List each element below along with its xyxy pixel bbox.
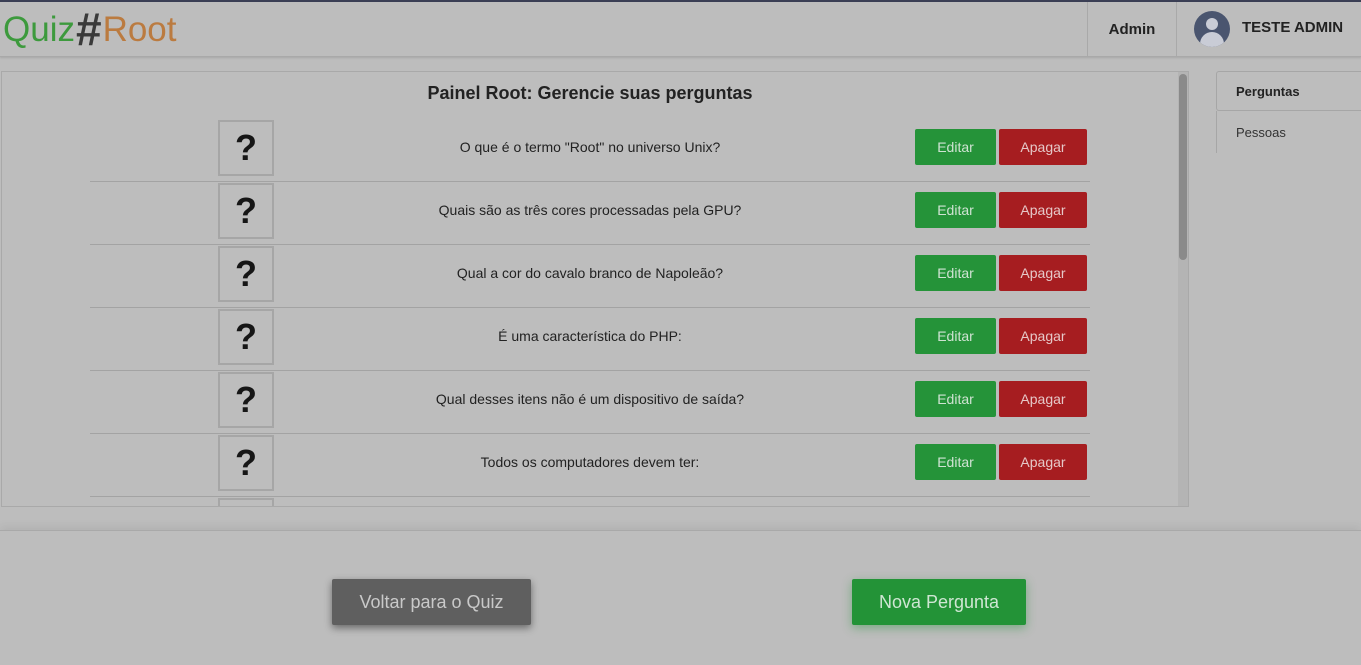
delete-button[interactable]: Apagar [999, 192, 1087, 228]
logo[interactable]: Quiz # Root [3, 2, 177, 56]
scrollbar[interactable] [1178, 72, 1188, 506]
question-mark-icon: ? [218, 246, 274, 302]
question-row: ? Qual desses itens não é um dispositivo… [90, 371, 1090, 434]
question-row: ? O que é o termo "Root" no universo Uni… [90, 119, 1090, 182]
edit-button[interactable]: Editar [915, 192, 996, 228]
question-text: Quais são as três cores processadas pela… [438, 202, 742, 218]
back-to-quiz-button[interactable]: Voltar para o Quiz [332, 579, 531, 625]
tab-perguntas[interactable]: Perguntas [1216, 71, 1361, 111]
logo-root-text: Root [102, 9, 177, 49]
delete-button[interactable]: Apagar [999, 129, 1087, 165]
avatar-user-icon [1194, 11, 1230, 47]
edit-button[interactable]: Editar [915, 381, 996, 417]
question-mark-icon: ? [218, 309, 274, 365]
question-row: ? Quais são as três cores processadas pe… [90, 182, 1090, 245]
edit-button[interactable]: Editar [915, 444, 996, 480]
question-row: ? Qual a cor do cavalo branco de Napoleã… [90, 245, 1090, 308]
question-text: É uma característica do PHP: [498, 328, 682, 344]
question-text: Qual desses itens não é um dispositivo d… [435, 391, 745, 407]
question-mark-icon: ? [218, 498, 274, 506]
new-question-button[interactable]: Nova Pergunta [852, 579, 1026, 625]
question-mark-icon: ? [218, 183, 274, 239]
delete-button[interactable]: Apagar [999, 444, 1087, 480]
edit-button[interactable]: Editar [915, 318, 996, 354]
admin-link[interactable]: Admin [1087, 2, 1177, 56]
edit-button[interactable]: Editar [915, 129, 996, 165]
scrollbar-thumb[interactable] [1179, 74, 1187, 260]
question-mark-icon: ? [218, 372, 274, 428]
question-text: O que é o termo "Root" no universo Unix? [459, 139, 721, 155]
question-text: Todos os computadores devem ter: [480, 454, 700, 470]
question-row: ? [90, 497, 1090, 506]
question-mark-icon: ? [218, 435, 274, 491]
panel-title: Painel Root: Gerencie suas perguntas [427, 83, 753, 103]
question-row: ? Todos os computadores devem ter: Edita… [90, 434, 1090, 497]
footer-bar: Voltar para o Quiz Nova Pergunta [0, 530, 1361, 665]
logo-hash-icon: # [75, 3, 102, 55]
delete-button[interactable]: Apagar [999, 381, 1087, 417]
question-list: ? O que é o termo "Root" no universo Uni… [90, 119, 1090, 506]
delete-button[interactable]: Apagar [999, 255, 1087, 291]
top-bar: Quiz # Root Admin TESTE ADMIN [0, 2, 1361, 57]
tab-pessoas[interactable]: Pessoas [1216, 111, 1361, 153]
questions-panel: Painel Root: Gerencie suas perguntas ? O… [1, 71, 1189, 507]
logo-quiz-text: Quiz [3, 9, 75, 49]
user-menu[interactable]: TESTE ADMIN [1194, 10, 1343, 48]
side-tabs: Perguntas Pessoas [1216, 71, 1361, 153]
user-name: TESTE ADMIN [1242, 18, 1344, 36]
question-mark-icon: ? [218, 120, 274, 176]
question-row: ? É uma característica do PHP: Editar Ap… [90, 308, 1090, 371]
delete-button[interactable]: Apagar [999, 318, 1087, 354]
question-text: Qual a cor do cavalo branco de Napoleão? [456, 265, 724, 281]
edit-button[interactable]: Editar [915, 255, 996, 291]
